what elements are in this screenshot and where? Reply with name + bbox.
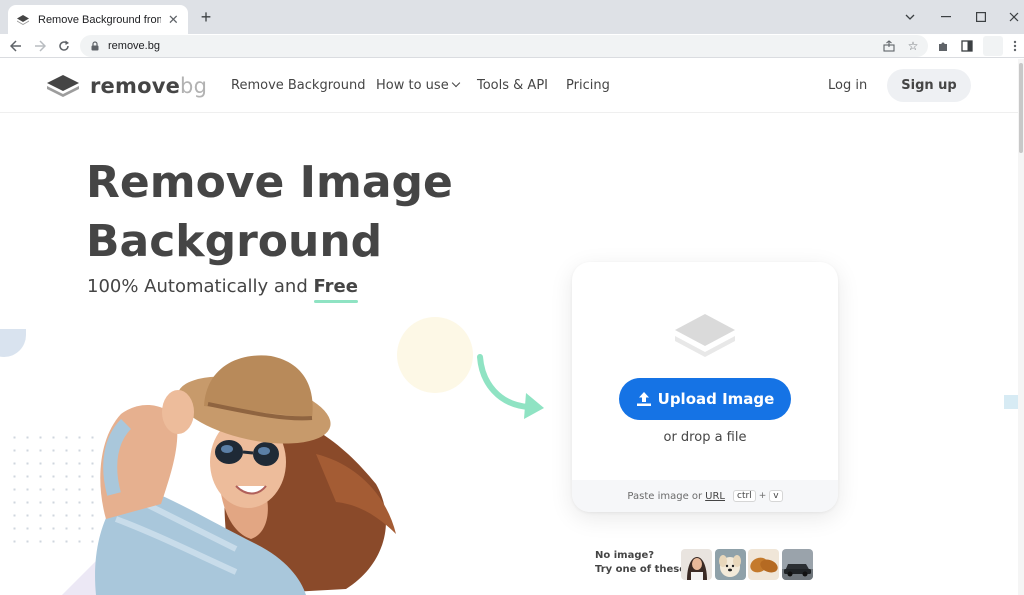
lock-icon [91, 41, 99, 51]
sample-image-bread[interactable] [748, 549, 779, 580]
maximize-icon[interactable] [963, 0, 999, 34]
bookmark-star-icon[interactable]: ☆ [904, 37, 922, 55]
hero-subtitle-free: Free [313, 276, 358, 303]
back-arrow-icon[interactable] [6, 36, 26, 56]
sample-dog-thumbnail [715, 549, 746, 580]
hero-subtitle-text: 100% Automatically and [87, 276, 308, 297]
no-image-prompt: No image? Try one of these: [595, 549, 690, 577]
nav-how-to-use[interactable]: How to use [376, 78, 460, 93]
free-underline [313, 300, 358, 303]
logo-text-main: remove [90, 74, 181, 98]
chevron-down-icon [451, 78, 460, 88]
no-image-line1: No image? [595, 550, 655, 561]
decorative-half-circle [0, 329, 26, 357]
sample-car-thumbnail [782, 549, 813, 580]
drop-file-text: or drop a file [663, 430, 747, 445]
page-viewport: removebg Remove Background How to use To… [0, 59, 1024, 595]
paste-text: Paste image or [627, 490, 703, 502]
tab-close-icon[interactable]: ✕ [167, 12, 180, 28]
close-window-icon[interactable] [996, 0, 1024, 34]
minimize-icon[interactable] [928, 0, 964, 34]
kbd-v: v [769, 490, 783, 502]
hero-title-line1: Remove Image [86, 157, 453, 208]
hero-subtitle: 100% Automatically and Free [87, 276, 358, 303]
sample-image-car[interactable] [782, 549, 813, 580]
nav-tools-api[interactable]: Tools & API [477, 78, 548, 93]
sample-woman-thumbnail [681, 549, 712, 580]
upload-image-button[interactable]: Upload Image [619, 378, 791, 420]
site-header: removebg Remove Background How to use To… [0, 59, 1018, 113]
url-text: remove.bg [108, 40, 160, 52]
upload-button-label: Upload Image [657, 390, 775, 408]
hero-woman-image [95, 355, 396, 595]
sample-image-dog[interactable] [715, 549, 746, 580]
side-panel-icon[interactable] [958, 37, 976, 55]
nav-remove-background[interactable]: Remove Background [231, 78, 365, 93]
browser-tabstrip: Remove Background from Image ✕ + [0, 0, 1024, 34]
browser-menu-icon[interactable] [1006, 37, 1024, 55]
decorative-dot-grid [8, 431, 98, 551]
sample-image-woman[interactable] [681, 549, 712, 580]
logo-text: removebg [90, 74, 207, 98]
logo-text-light: bg [180, 74, 208, 98]
curved-arrow-icon [477, 354, 544, 419]
kbd-plus: + [758, 491, 767, 501]
scrollbar-thumb[interactable] [1019, 63, 1023, 153]
url-link[interactable]: URL [705, 491, 725, 502]
upload-card[interactable]: Upload Image or drop a file Paste image … [572, 262, 838, 512]
login-link[interactable]: Log in [828, 78, 867, 93]
forward-arrow-icon[interactable] [30, 36, 50, 56]
hero-title: Remove Image Background [86, 153, 516, 271]
nav-how-to-use-label: How to use [376, 78, 449, 93]
tab-title: Remove Background from Image [38, 13, 161, 26]
extensions-puzzle-icon[interactable] [934, 37, 952, 55]
nav-pricing[interactable]: Pricing [566, 78, 610, 93]
removebg-favicon-icon [16, 13, 30, 27]
decorative-square [1004, 395, 1018, 409]
reload-icon[interactable] [54, 36, 74, 56]
sample-bread-thumbnail [748, 549, 779, 580]
no-image-line2: Try one of these: [595, 564, 691, 575]
upload-icon [636, 392, 651, 406]
free-text: Free [313, 276, 358, 297]
decorative-yellow-circle [397, 317, 473, 393]
layers-placeholder-icon [675, 314, 735, 357]
share-icon[interactable] [880, 37, 898, 55]
new-tab-button[interactable]: + [196, 7, 216, 27]
tab-search-chevron-icon[interactable] [892, 0, 928, 34]
logo-layers-icon [47, 75, 79, 97]
paste-hint: Paste image or URL ctrl + v [572, 480, 838, 512]
browser-toolbar: remove.bg ☆ [0, 34, 1024, 58]
kbd-ctrl: ctrl [733, 490, 756, 502]
removebg-logo[interactable]: removebg [46, 73, 207, 99]
signup-button[interactable]: Sign up [887, 69, 971, 102]
hero-title-line2: Background [86, 216, 383, 267]
profile-avatar[interactable] [983, 36, 1003, 56]
address-bar[interactable]: remove.bg [80, 35, 928, 57]
page-scrollbar[interactable] [1018, 59, 1024, 595]
browser-tab[interactable]: Remove Background from Image ✕ [8, 5, 188, 34]
